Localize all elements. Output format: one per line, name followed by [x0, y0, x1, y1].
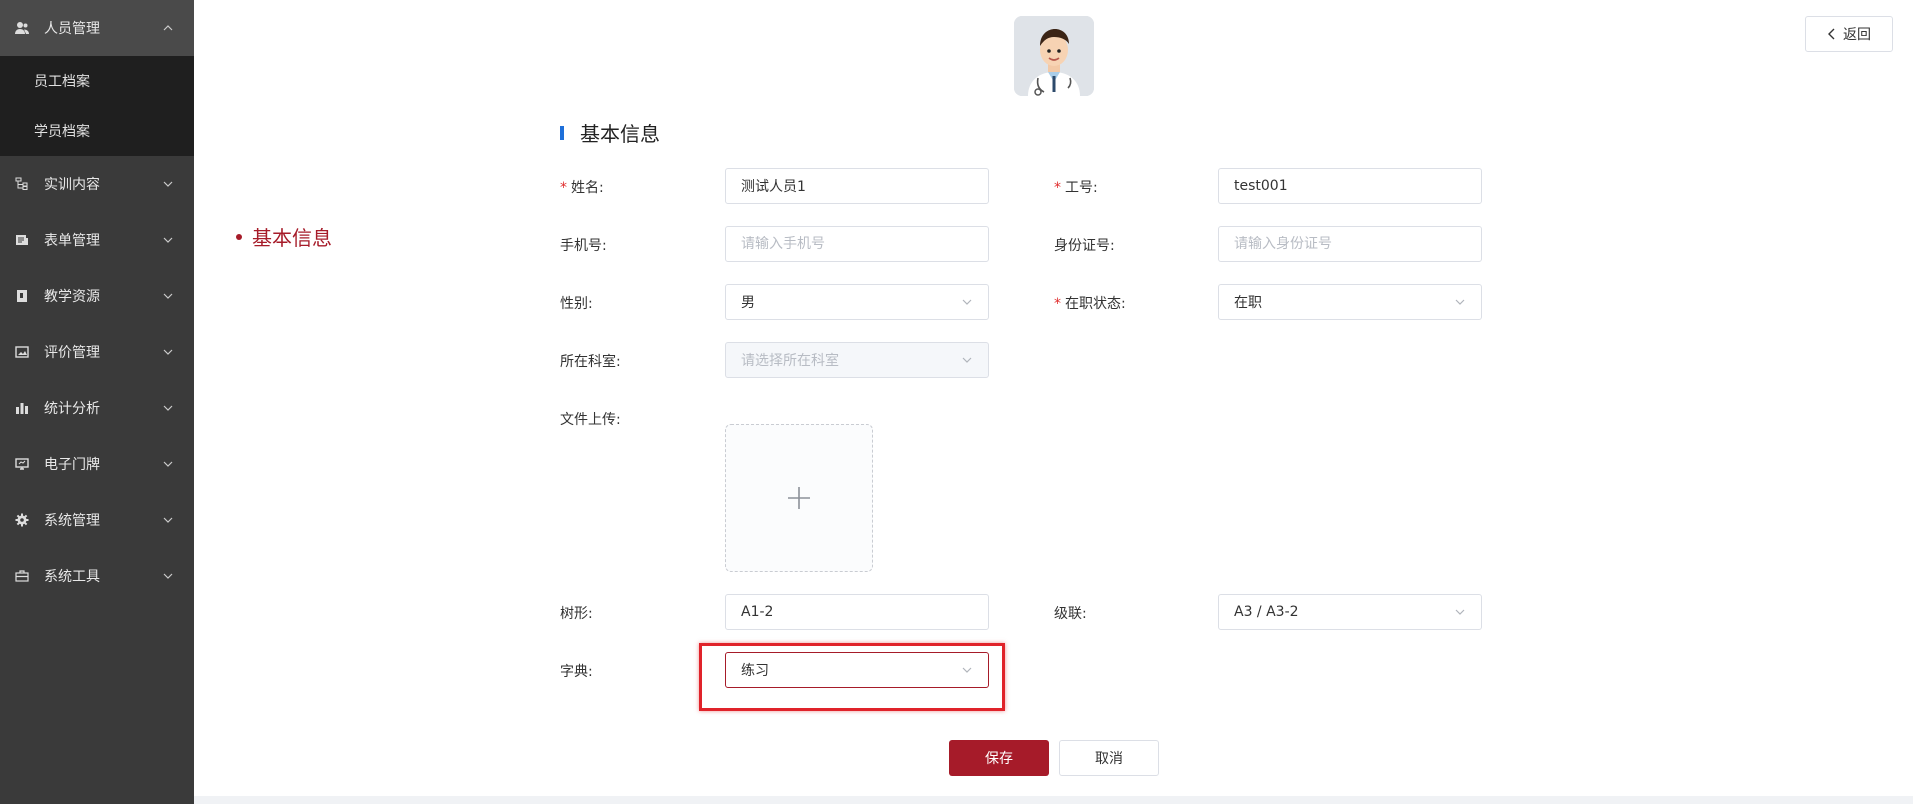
employment-status-label: * 在职状态:: [1054, 296, 1126, 312]
department-label: 所在科室:: [560, 354, 621, 370]
job-number-label: * 工号:: [1054, 180, 1098, 196]
submenu-item-student-records[interactable]: 学员档案: [0, 106, 194, 156]
phone-field[interactable]: [725, 226, 989, 262]
tree-label: 树形:: [560, 606, 593, 622]
menu-label: 表单管理: [44, 233, 100, 249]
menu-system-management[interactable]: 系统管理: [0, 492, 194, 548]
chevron-down-icon: [962, 299, 972, 305]
chevron-left-icon: [1828, 28, 1835, 40]
name-label: * 姓名:: [560, 180, 604, 196]
plus-icon: [788, 487, 810, 509]
file-upload-area[interactable]: [725, 424, 873, 572]
chevron-down-icon: [163, 461, 173, 467]
menu-label: 人员管理: [44, 21, 100, 37]
book-icon: [14, 288, 30, 304]
user-icon: [14, 20, 30, 36]
chevron-down-icon: [163, 405, 173, 411]
submenu-item-staff-records[interactable]: 员工档案: [0, 56, 194, 106]
chevron-down-icon: [163, 237, 173, 243]
menu-statistics[interactable]: 统计分析: [0, 380, 194, 436]
submenu-personnel: 员工档案 学员档案: [0, 56, 194, 156]
image-icon: [14, 344, 30, 360]
chevron-down-icon: [163, 517, 173, 523]
chevron-down-icon: [1455, 299, 1465, 305]
chevron-down-icon: [962, 357, 972, 363]
employment-status-value: 在职: [1234, 295, 1262, 311]
back-button[interactable]: 返回: [1805, 16, 1893, 52]
upload-label: 文件上传:: [560, 412, 621, 428]
dictionary-label: 字典:: [560, 664, 593, 680]
employment-status-select[interactable]: 在职: [1218, 284, 1482, 320]
section-title: 基本信息: [560, 118, 660, 147]
form-icon: [14, 232, 30, 248]
job-number-field[interactable]: [1218, 168, 1482, 204]
menu-electronic-doorplate[interactable]: 电子门牌: [0, 436, 194, 492]
section-accent-bar: [560, 125, 564, 140]
main-content: 返回 基本信息 基本信息 *姓名: *工号:: [194, 0, 1913, 796]
toolbox-icon: [14, 568, 30, 584]
gender-label: 性别:: [560, 296, 593, 312]
menu-label: 实训内容: [44, 177, 100, 193]
avatar: [1014, 16, 1094, 96]
gear-icon: [14, 512, 30, 528]
cascade-label: 级联:: [1054, 606, 1087, 622]
tree-icon: [14, 176, 30, 192]
gender-select[interactable]: 男: [725, 284, 989, 320]
menu-system-tools[interactable]: 系统工具: [0, 548, 194, 604]
menu-form-management[interactable]: 表单管理: [0, 212, 194, 268]
chevron-down-icon: [163, 181, 173, 187]
phone-label: 手机号:: [560, 238, 607, 254]
monitor-icon: [14, 456, 30, 472]
save-button[interactable]: 保存: [949, 740, 1049, 776]
cascade-select[interactable]: A3 / A3-2: [1218, 594, 1482, 630]
anchor-dot: [236, 233, 242, 240]
anchor-link-basic-info[interactable]: 基本信息: [236, 222, 332, 251]
menu-teaching-resources[interactable]: 教学资源: [0, 268, 194, 324]
menu-personnel[interactable]: 人员管理: [0, 0, 194, 56]
id-card-field[interactable]: [1218, 226, 1482, 262]
bar-chart-icon: [14, 400, 30, 416]
phone-input[interactable]: [741, 236, 973, 252]
highlight-annotation-box: [699, 643, 1005, 711]
department-select[interactable]: 请选择所在科室: [725, 342, 989, 378]
job-number-input[interactable]: [1234, 178, 1466, 194]
chevron-down-icon: [163, 293, 173, 299]
chevron-up-icon: [163, 25, 173, 31]
menu-label: 教学资源: [44, 289, 100, 305]
id-card-label: 身份证号:: [1054, 238, 1115, 254]
menu-label: 系统管理: [44, 513, 100, 529]
chevron-down-icon: [163, 573, 173, 579]
department-placeholder: 请选择所在科室: [741, 353, 839, 369]
id-card-input[interactable]: [1234, 236, 1466, 252]
menu-training-content[interactable]: 实训内容: [0, 156, 194, 212]
chevron-down-icon: [1455, 609, 1465, 615]
sidebar: 人员管理 员工档案 学员档案 实训内容 表单管理 教学资源 评价管理 统计分析 …: [0, 0, 194, 804]
cancel-button[interactable]: 取消: [1059, 740, 1159, 776]
cascade-value: A3 / A3-2: [1234, 604, 1299, 620]
menu-label: 系统工具: [44, 569, 100, 585]
tree-select[interactable]: A1-2: [725, 594, 989, 630]
tree-value: A1-2: [741, 604, 774, 620]
menu-evaluation-management[interactable]: 评价管理: [0, 324, 194, 380]
menu-label: 评价管理: [44, 345, 100, 361]
name-field[interactable]: [725, 168, 989, 204]
menu-label: 统计分析: [44, 401, 100, 417]
gender-value: 男: [741, 295, 755, 311]
chevron-down-icon: [163, 349, 173, 355]
menu-label: 电子门牌: [44, 457, 100, 473]
name-input[interactable]: [741, 178, 973, 194]
doctor-avatar-icon: [1014, 16, 1094, 96]
